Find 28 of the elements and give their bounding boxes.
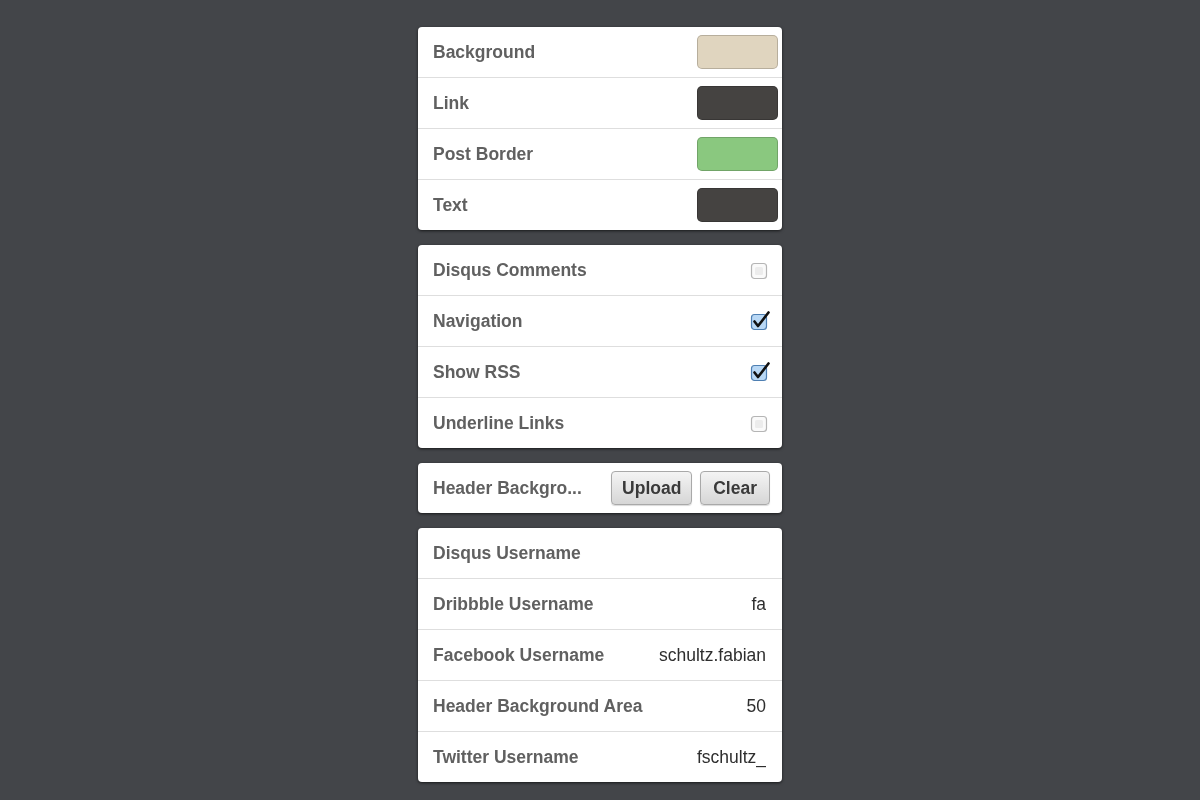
setting-label: Link <box>433 92 469 114</box>
text-input[interactable]: fschultz_ <box>648 746 766 768</box>
setting-label: Text <box>433 194 468 216</box>
setting-label: Disqus Username <box>433 542 581 564</box>
color-swatch[interactable] <box>697 35 778 69</box>
text-input[interactable]: schultz.fabian <box>648 644 766 666</box>
setting-label: Post Border <box>433 143 534 165</box>
setting-label: Dribbble Username <box>433 593 594 615</box>
setting-label: Header Background Area <box>433 695 643 717</box>
upload-button[interactable]: Upload <box>611 471 693 505</box>
setting-label: Show RSS <box>433 361 521 383</box>
setting-label: Background <box>433 41 536 63</box>
text-input[interactable]: fa <box>648 593 766 615</box>
checkbox[interactable] <box>750 413 770 433</box>
color-swatch[interactable] <box>697 137 778 171</box>
color-swatch[interactable] <box>697 86 778 120</box>
setting-label: Facebook Username <box>433 644 605 666</box>
clear-button[interactable]: Clear <box>700 471 770 505</box>
setting-label: Underline Links <box>433 412 565 434</box>
setting-label: Navigation <box>433 310 523 332</box>
setting-label: Twitter Username <box>433 746 579 768</box>
checkbox[interactable] <box>750 362 770 382</box>
checkbox[interactable] <box>750 260 770 280</box>
checkbox[interactable] <box>750 311 770 331</box>
setting-label: Header Backgro... <box>433 477 582 499</box>
color-swatch[interactable] <box>697 188 778 222</box>
setting-label: Disqus Comments <box>433 259 587 281</box>
text-input[interactable]: 50 <box>648 695 766 717</box>
